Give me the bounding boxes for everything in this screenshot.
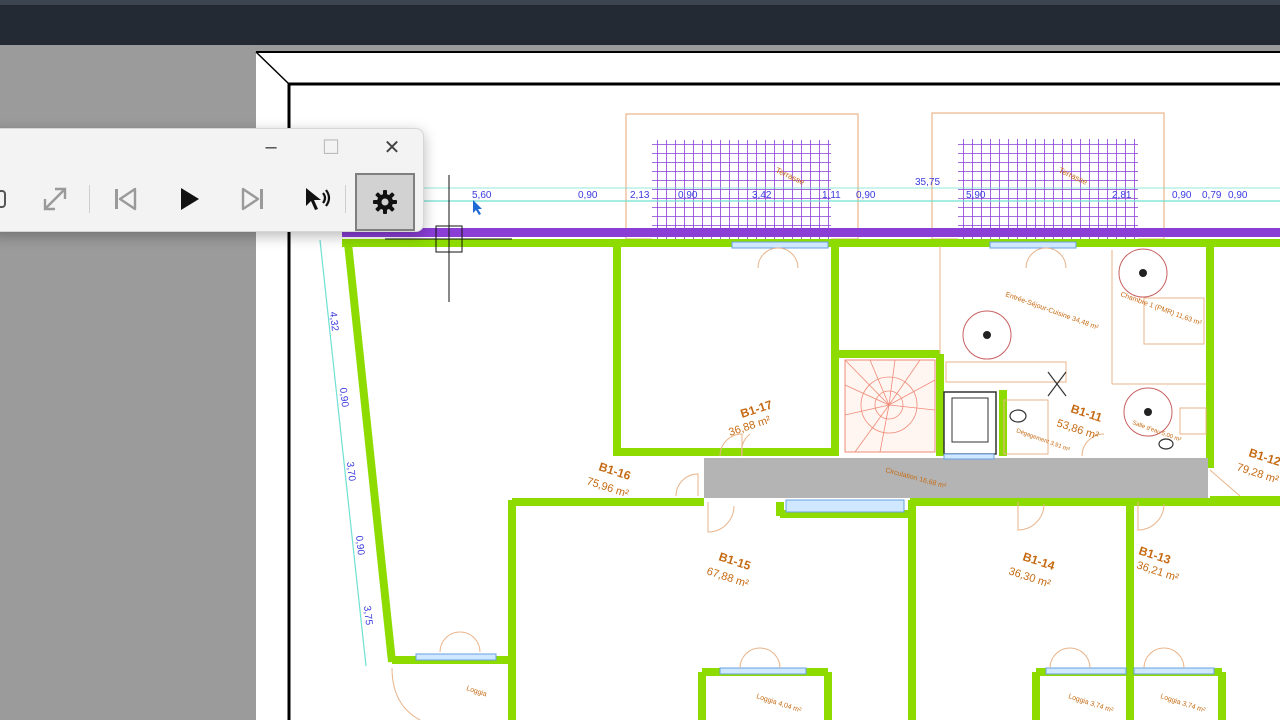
window-title-bar[interactable]: – ☐ ✕ — [0, 129, 423, 165]
media-control-window: – ☐ ✕ — [0, 128, 424, 232]
left-dimension-line — [319, 239, 367, 667]
minimize-button[interactable]: – — [251, 133, 291, 161]
skip-previous-icon — [115, 187, 137, 211]
play-button[interactable] — [167, 177, 211, 221]
svg-text:Loggia 3,74 m²: Loggia 3,74 m² — [1067, 693, 1114, 714]
svg-text:0,90: 0,90 — [353, 535, 366, 556]
svg-text:0,90: 0,90 — [1228, 190, 1248, 201]
voice-control-button[interactable] — [295, 177, 339, 221]
close-button[interactable]: ✕ — [372, 133, 412, 161]
svg-text:Loggia 4,04 m²: Loggia 4,04 m² — [755, 693, 802, 714]
window-icon — [0, 190, 6, 208]
expand-button[interactable] — [33, 177, 77, 221]
svg-text:3,75: 3,75 — [361, 605, 374, 626]
circulation-corridor — [704, 458, 1208, 498]
svg-text:3,42: 3,42 — [752, 190, 772, 201]
toolbar-separator — [345, 185, 346, 213]
svg-text:0,90: 0,90 — [1172, 190, 1192, 201]
svg-text:4,32: 4,32 — [327, 311, 340, 332]
svg-text:Loggia 3,74 m²: Loggia 3,74 m² — [1159, 693, 1206, 714]
svg-text:5,60: 5,60 — [472, 190, 492, 201]
settings-button[interactable] — [355, 173, 415, 231]
svg-text:1,11: 1,11 — [822, 190, 841, 201]
gear-icon — [373, 190, 397, 214]
speaker-cursor-icon — [306, 188, 331, 210]
svg-text:Loggia: Loggia — [465, 685, 487, 698]
mouse-pointer-icon — [473, 200, 482, 215]
floor-plan[interactable]: Terrasse Terrasse 5,60 0,90 2,13 0,90 3,… — [0, 0, 1280, 720]
svg-text:0,90: 0,90 — [578, 190, 598, 201]
expand-icon — [43, 187, 67, 211]
svg-text:35,75: 35,75 — [915, 177, 940, 188]
svg-text:0,90: 0,90 — [337, 387, 350, 408]
facade-band — [342, 228, 1280, 237]
next-button[interactable] — [231, 177, 275, 221]
partial-left-button[interactable] — [0, 177, 23, 221]
svg-text:0,90: 0,90 — [678, 190, 698, 201]
left-dimension-labels: 4,32 0,90 3,70 0,90 3,75 — [327, 311, 374, 626]
svg-text:2,81: 2,81 — [1112, 190, 1132, 201]
svg-text:3,70: 3,70 — [344, 461, 357, 482]
svg-text:0,90: 0,90 — [856, 190, 876, 201]
chambre-label: Chambre 1 (PMR) 11,63 m² — [1119, 291, 1203, 327]
room-b1-11-id: B1-11 — [1069, 402, 1104, 425]
loggia-labels: Loggia Loggia 4,04 m² Loggia 3,74 m² Log… — [465, 685, 1206, 714]
toolbar-separator — [89, 185, 90, 213]
degagement-label: Dégagement 3,91 m² — [1015, 428, 1070, 453]
play-icon — [181, 188, 199, 210]
svg-text:5,90: 5,90 — [966, 190, 986, 201]
media-toolbar — [0, 173, 423, 231]
skip-next-icon — [241, 187, 263, 211]
svg-text:0,79: 0,79 — [1202, 190, 1222, 201]
sejour-label: Entrée-Séjour-Cuisine 34,48 m² — [1004, 291, 1100, 331]
svg-text:2,13: 2,13 — [630, 190, 650, 201]
terrace-grid-right — [958, 139, 1138, 239]
salle-eau-label: Salle d'eau 5,00 m² — [1131, 420, 1181, 443]
previous-button[interactable] — [103, 177, 147, 221]
maximize-button[interactable]: ☐ — [311, 133, 351, 161]
